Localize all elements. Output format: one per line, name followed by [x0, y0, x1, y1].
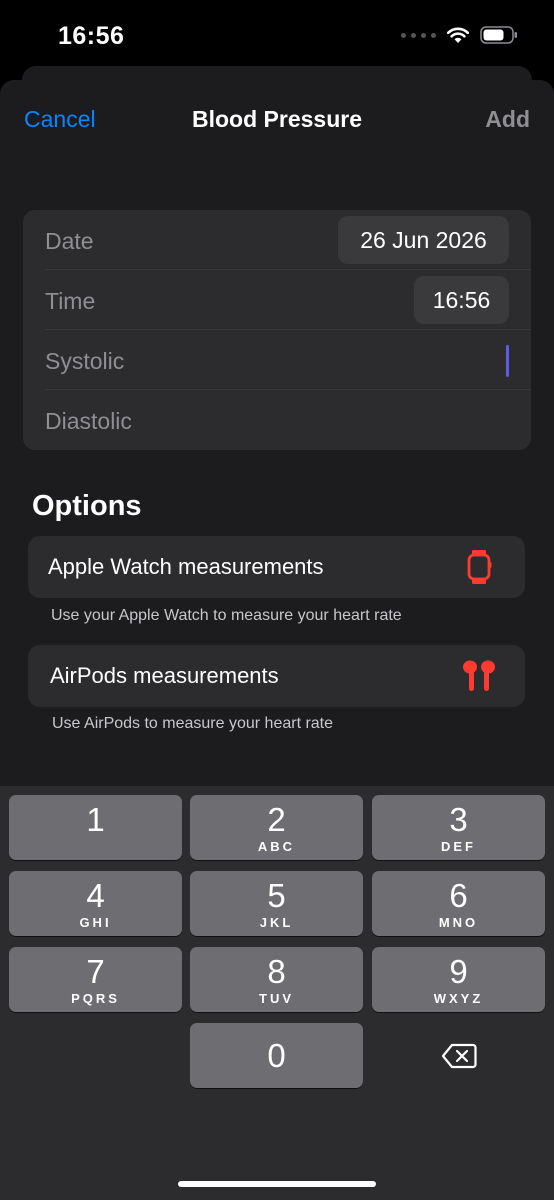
home-indicator[interactable]: [178, 1181, 376, 1187]
airpods-option[interactable]: AirPods measurements: [28, 645, 525, 707]
key-letters: PQRS: [71, 991, 120, 1006]
key-digit: 5: [267, 877, 286, 914]
key-digit: 0: [267, 1037, 286, 1074]
key-digit: 1: [86, 801, 105, 838]
key-9[interactable]: 9 WXYZ: [372, 947, 545, 1012]
wifi-icon: [446, 27, 470, 43]
key-6[interactable]: 6 MNO: [372, 871, 545, 936]
text-cursor: [506, 345, 509, 377]
apple-watch-option-note: Use your Apple Watch to measure your hea…: [51, 607, 402, 624]
apple-watch-option[interactable]: Apple Watch measurements: [28, 536, 525, 598]
date-row: Date 26 Jun 2026: [23, 210, 531, 270]
key-7[interactable]: 7 PQRS: [9, 947, 182, 1012]
key-letters: ABC: [257, 839, 296, 854]
add-button[interactable]: Add: [485, 106, 530, 133]
key-letters: JKL: [259, 915, 294, 930]
apple-watch-option-label: Apple Watch measurements: [48, 554, 324, 579]
systolic-field[interactable]: Systolic: [23, 330, 531, 390]
key-8[interactable]: 8 TUV: [190, 947, 363, 1012]
key-letters: WXYZ: [433, 991, 484, 1006]
cellular-signal-icon: [401, 32, 436, 38]
time-label: Time: [45, 288, 96, 314]
key-4[interactable]: 4 GHI: [9, 871, 182, 936]
apple-watch-icon: [467, 550, 492, 584]
backspace-icon: [441, 1043, 477, 1068]
date-picker[interactable]: 26 Jun 2026: [338, 216, 509, 264]
key-digit: 9: [449, 953, 468, 990]
battery-icon: [480, 26, 517, 44]
key-digit: 2: [267, 801, 286, 838]
status-icons: [401, 26, 518, 44]
key-digit: 6: [449, 877, 468, 914]
key-letters: MNO: [438, 915, 479, 930]
options-heading: Options: [32, 490, 142, 522]
key-3[interactable]: 3 DEF: [372, 795, 545, 860]
key-0[interactable]: 0: [190, 1023, 363, 1088]
key-2[interactable]: 2 ABC: [190, 795, 363, 860]
key-digit: 8: [267, 953, 286, 990]
status-time: 16:56: [58, 22, 125, 50]
diastolic-label: Diastolic: [45, 408, 132, 434]
blood-pressure-form: Date 26 Jun 2026 Time 16:56 Systolic Dia…: [23, 210, 531, 450]
systolic-label: Systolic: [45, 348, 125, 374]
key-digit: 4: [86, 877, 105, 914]
key-letters: DEF: [441, 839, 476, 854]
page-title: Blood Pressure: [192, 106, 362, 132]
key-digit: 7: [86, 953, 105, 990]
key-letters: GHI: [79, 915, 112, 930]
date-label: Date: [45, 228, 94, 254]
key-letters: TUV: [259, 991, 294, 1006]
diastolic-field[interactable]: Diastolic: [23, 390, 531, 450]
time-row: Time 16:56: [23, 270, 531, 330]
key-5[interactable]: 5 JKL: [190, 871, 363, 936]
airpods-option-note: Use AirPods to measure your heart rate: [52, 715, 334, 732]
status-bar: 16:56: [0, 0, 554, 70]
time-picker[interactable]: 16:56: [414, 276, 509, 324]
airpods-icon: [463, 660, 495, 691]
key-digit: 3: [449, 801, 468, 838]
airpods-option-label: AirPods measurements: [50, 663, 279, 688]
backspace-key[interactable]: [372, 1023, 545, 1088]
key-1[interactable]: 1: [9, 795, 182, 860]
